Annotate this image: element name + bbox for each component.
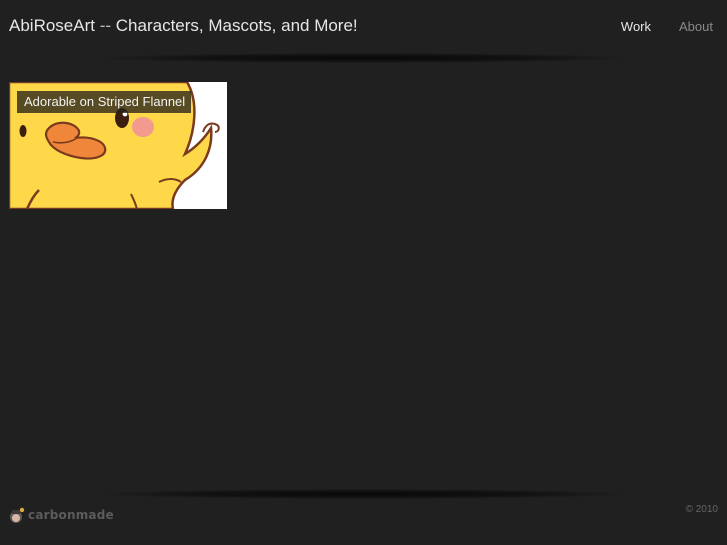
nav-about-link[interactable]: About (679, 19, 713, 34)
project-tile[interactable]: Adorable on Striped Flannel (9, 82, 227, 209)
carbonmade-logo[interactable]: carbonmade (9, 506, 114, 524)
nav-work-link[interactable]: Work (621, 19, 651, 34)
title-separator: -- (99, 16, 112, 35)
carbonmade-wordmark: carbonmade (28, 508, 114, 522)
footer-divider (100, 489, 627, 499)
page: AbiRoseArt -- Characters, Mascots, and M… (0, 0, 727, 545)
site-title[interactable]: AbiRoseArt -- Characters, Mascots, and M… (9, 16, 358, 36)
main-nav: Work About (621, 19, 713, 34)
site-tagline: Characters, Mascots, and More! (115, 16, 358, 35)
carbonmade-mascot-icon (10, 507, 25, 523)
project-title[interactable]: Adorable on Striped Flannel (17, 91, 192, 113)
copyright-text: © 2010 (685, 504, 718, 515)
site-name[interactable]: AbiRoseArt (9, 16, 95, 35)
header-divider (100, 53, 627, 63)
